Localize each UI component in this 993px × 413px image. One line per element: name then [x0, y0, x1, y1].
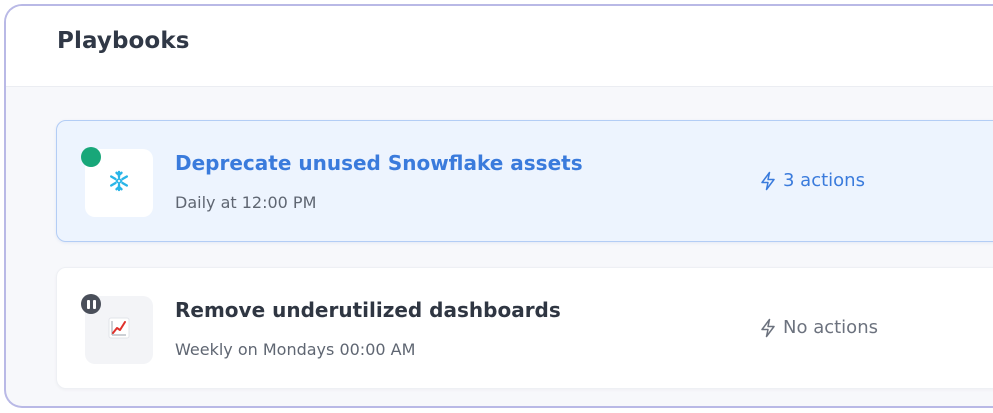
pause-icon-bar [92, 299, 96, 309]
playbook-actions[interactable]: No actions [759, 317, 878, 338]
playbook-title[interactable]: Deprecate unused Snowflake assets [175, 151, 583, 175]
playbook-card-remove-dashboards[interactable]: Remove underutilized dashboards Weekly o… [56, 267, 993, 389]
playbook-actions[interactable]: 3 actions [759, 170, 865, 191]
snowflake-icon [108, 170, 130, 196]
page-title: Playbooks [57, 28, 190, 54]
playbook-card-deprecate-snowflake[interactable]: Deprecate unused Snowflake assets Daily … [56, 120, 993, 242]
panel-header: Playbooks [6, 6, 993, 87]
status-active-indicator [81, 147, 101, 167]
playbook-schedule: Weekly on Mondays 00:00 AM [175, 340, 416, 359]
status-paused-indicator [81, 294, 101, 314]
pause-icon-bar [86, 299, 90, 309]
playbooks-panel: Playbooks Deprecate unused Snowflake ass… [4, 4, 993, 408]
lightning-icon [759, 318, 777, 338]
playbook-title[interactable]: Remove underutilized dashboards [175, 298, 561, 322]
lightning-icon [759, 171, 777, 191]
actions-label: No actions [783, 317, 878, 338]
playbook-schedule: Daily at 12:00 PM [175, 193, 317, 212]
chart-trend-icon [108, 317, 130, 343]
actions-label: 3 actions [783, 170, 865, 191]
